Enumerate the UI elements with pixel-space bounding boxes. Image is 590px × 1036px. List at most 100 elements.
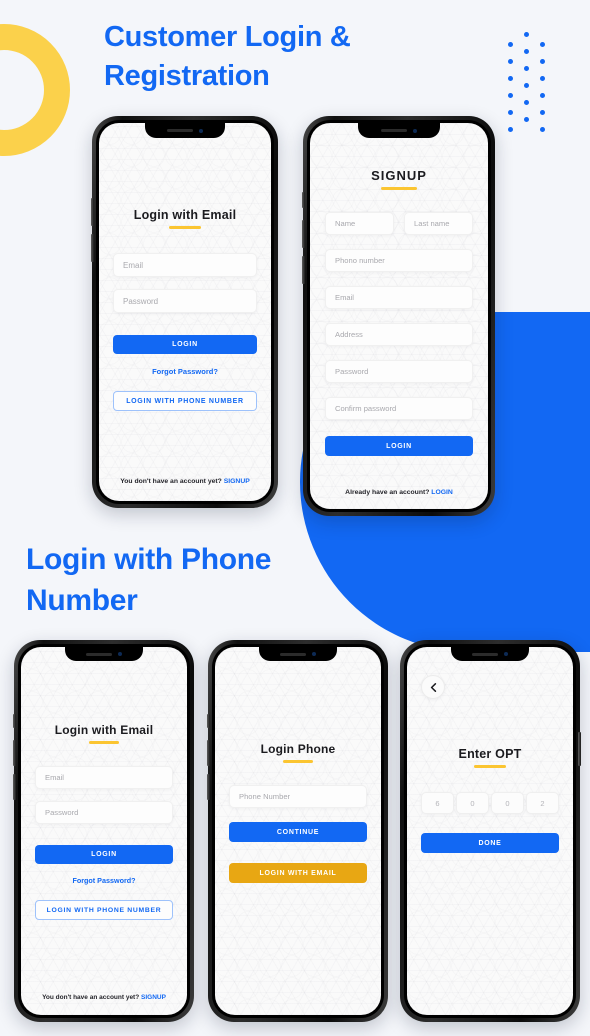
password-field[interactable]: Password xyxy=(35,801,173,824)
email-field-placeholder: Email xyxy=(45,773,64,782)
phone-side-button xyxy=(207,740,210,766)
address-placeholder: Address xyxy=(335,330,363,339)
continue-button-label: CONTINUE xyxy=(276,828,320,836)
continue-button[interactable]: CONTINUE xyxy=(229,822,367,842)
forgot-password-label: Forgot Password? xyxy=(152,367,218,376)
signup-submit-button[interactable]: LOGIN xyxy=(325,436,473,456)
phone-side-button xyxy=(207,714,210,728)
decorative-dot xyxy=(524,66,529,71)
phone-mockup-login-email-2: Login with Email Email Password LOGIN Fo… xyxy=(13,640,194,1022)
phone-number-field[interactable]: Phone Number xyxy=(229,785,367,808)
signup-footer: You don't have an account yet? SIGNUP xyxy=(99,478,271,485)
done-button[interactable]: DONE xyxy=(421,833,559,853)
login-footer: Already have an account? LOGIN xyxy=(310,489,488,496)
login-with-phone-label: LOGIN WITH PHONE NUMBER xyxy=(126,397,244,405)
password-field[interactable]: Password xyxy=(325,360,473,383)
decorative-dot xyxy=(508,127,513,132)
decorative-dot xyxy=(540,110,545,115)
screen-title: Login with Email xyxy=(54,723,154,737)
address-field[interactable]: Address xyxy=(325,323,473,346)
first-name-field[interactable]: Name xyxy=(325,212,394,235)
phone-side-button xyxy=(13,774,16,800)
forgot-password-link[interactable]: Forgot Password? xyxy=(113,367,257,376)
phone-side-button xyxy=(578,732,581,766)
confirm-password-field[interactable]: Confirm password xyxy=(325,397,473,420)
title-underline xyxy=(89,741,119,744)
email-field[interactable]: Email xyxy=(325,286,473,309)
decorative-dot xyxy=(524,117,529,122)
phone-notch xyxy=(259,647,337,661)
signup-link[interactable]: SIGNUP xyxy=(224,478,250,485)
decorative-dot xyxy=(508,76,513,81)
otp-digit-value: 2 xyxy=(540,798,545,808)
login-button[interactable]: LOGIN xyxy=(35,845,173,864)
login-with-phone-button[interactable]: LOGIN WITH PHONE NUMBER xyxy=(113,391,257,411)
login-with-phone-button[interactable]: LOGIN WITH PHONE NUMBER xyxy=(35,900,173,920)
decorative-yellow-ring xyxy=(0,24,70,156)
decorative-dot xyxy=(540,76,545,81)
phone-number-placeholder: Phono number xyxy=(335,256,385,265)
page-title-customer-login: Customer Login & Registration xyxy=(104,21,351,93)
phone-mockup-enter-otp: Enter OPT 6 0 0 2 DONE xyxy=(400,640,581,1022)
forgot-password-link[interactable]: Forgot Password? xyxy=(35,876,173,885)
phone-notch xyxy=(358,123,440,138)
signup-footer-text: You don't have an account yet? xyxy=(42,994,140,1001)
decorative-dot xyxy=(540,42,545,47)
decorative-dot xyxy=(508,59,513,64)
title-underline xyxy=(381,187,417,190)
decorative-dot xyxy=(524,83,529,88)
signup-link[interactable]: SIGNUP xyxy=(141,994,166,1001)
phone-notch xyxy=(65,647,143,661)
notch-speaker-icon xyxy=(381,129,407,132)
notch-speaker-icon xyxy=(167,129,193,132)
phone-side-button xyxy=(13,714,16,728)
password-field[interactable]: Password xyxy=(113,289,257,313)
login-link[interactable]: LOGIN xyxy=(431,489,453,496)
otp-digit-box[interactable]: 0 xyxy=(491,792,524,814)
notch-speaker-icon xyxy=(280,652,306,656)
login-with-email-button[interactable]: LOGIN WITH EMAIL xyxy=(229,863,367,883)
decorative-dot xyxy=(524,49,529,54)
phone-side-button xyxy=(302,256,305,284)
decorative-dot xyxy=(508,110,513,115)
chevron-left-icon xyxy=(430,682,436,692)
phone-side-button xyxy=(302,192,305,208)
notch-speaker-icon xyxy=(86,652,112,656)
last-name-field[interactable]: Last name xyxy=(404,212,473,235)
email-field[interactable]: Email xyxy=(113,253,257,277)
phone-mockup-login-phone: Login Phone Phone Number CONTINUE LOGIN … xyxy=(207,640,388,1022)
login-with-email-label: LOGIN WITH EMAIL xyxy=(259,869,337,877)
phone-number-field[interactable]: Phono number xyxy=(325,249,473,272)
last-name-placeholder: Last name xyxy=(414,219,450,228)
decorative-dot xyxy=(524,100,529,105)
phone-side-button xyxy=(207,774,210,800)
phone-side-button xyxy=(91,234,94,262)
email-field[interactable]: Email xyxy=(35,766,173,789)
phone-side-button xyxy=(13,740,16,766)
decorative-dot-grid xyxy=(506,28,576,136)
back-button[interactable] xyxy=(421,675,445,699)
password-field-placeholder: Password xyxy=(45,808,79,817)
decorative-dot xyxy=(524,32,529,37)
notch-camera-icon xyxy=(118,652,122,656)
login-with-phone-label: LOGIN WITH PHONE NUMBER xyxy=(46,906,162,914)
notch-camera-icon xyxy=(504,652,508,656)
title-underline xyxy=(283,760,313,763)
title-underline xyxy=(474,765,506,768)
password-placeholder: Password xyxy=(335,367,369,376)
confirm-password-placeholder: Confirm password xyxy=(335,404,397,413)
login-button[interactable]: LOGIN xyxy=(113,335,257,354)
otp-digit-box[interactable]: 2 xyxy=(526,792,559,814)
signup-footer-text: You don't have an account yet? xyxy=(120,478,222,485)
phone-mockup-login-email-1: Login with Email Email Password LOGIN Fo… xyxy=(91,116,278,508)
login-button-label: LOGIN xyxy=(91,851,117,858)
screen-title: Login Phone xyxy=(260,742,336,756)
otp-digit-box[interactable]: 0 xyxy=(456,792,489,814)
notch-camera-icon xyxy=(199,128,203,133)
page-title-login-phone: Login with Phone Number xyxy=(26,543,272,617)
title-underline xyxy=(169,226,201,229)
otp-digit-box[interactable]: 6 xyxy=(421,792,454,814)
phone-number-placeholder: Phone Number xyxy=(239,792,291,801)
phone-notch xyxy=(145,123,225,138)
signup-footer: You don't have an account yet? SIGNUP xyxy=(21,994,187,1001)
